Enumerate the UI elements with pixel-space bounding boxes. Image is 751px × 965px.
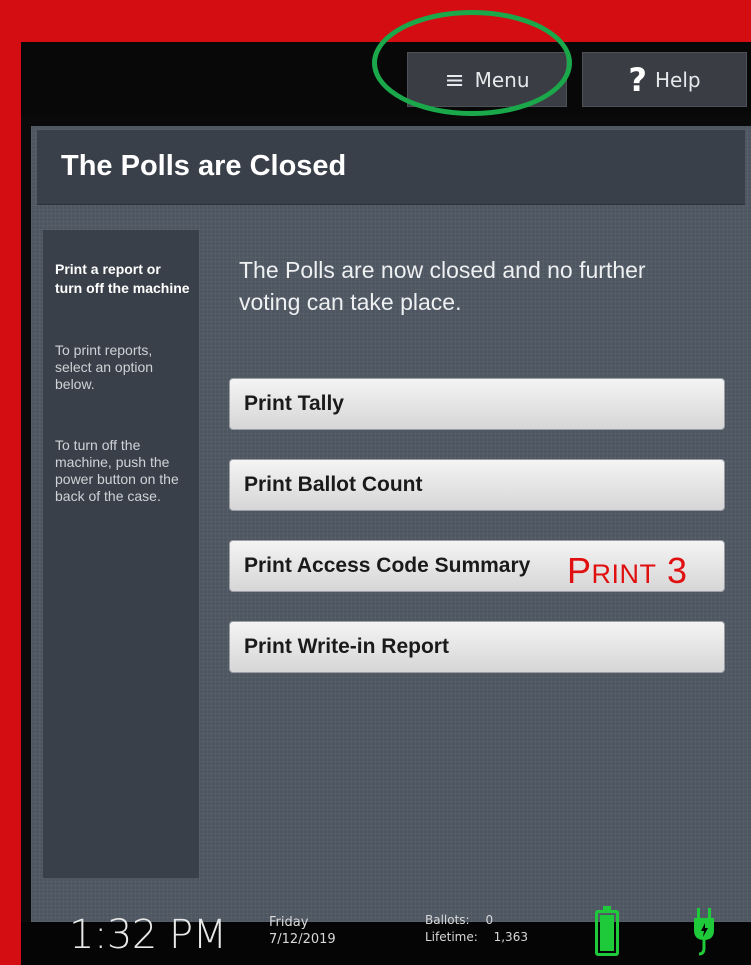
print-tally-label: Print Tally	[244, 392, 344, 415]
print-ballot-count-label: Print Ballot Count	[244, 473, 423, 496]
day-label: Friday	[269, 915, 309, 930]
help-label: Help	[654, 67, 701, 92]
date-display: Friday 7/12/2019	[269, 914, 336, 948]
annotation-initial: P	[567, 550, 592, 591]
ballots-value: 0	[485, 913, 494, 927]
lifetime-value: 1,363	[493, 930, 528, 944]
sidebar-power-instructions: To turn off the machine, push the power …	[55, 437, 179, 504]
print-write-in-report-label: Print Write-in Report	[244, 635, 449, 658]
print-tally-button[interactable]: Print Tally	[229, 378, 725, 430]
print-ballot-count-button[interactable]: Print Ballot Count	[229, 459, 725, 511]
date-label: 7/12/2019	[269, 932, 336, 947]
battery-icon	[595, 906, 619, 956]
print-write-in-report-button[interactable]: Print Write-in Report	[229, 621, 725, 673]
menu-label: Menu	[474, 67, 530, 92]
annotation-rest: RINT	[591, 559, 657, 589]
sidebar-heading: Print a report or turn off the machine	[55, 261, 190, 296]
ballots-row: Ballots: 0	[425, 912, 528, 929]
lifetime-row: Lifetime: 1,363	[425, 929, 528, 946]
battery-level	[600, 915, 614, 951]
instructions-sidebar: Print a report or turn off the machine T…	[43, 230, 199, 878]
lifetime-label: Lifetime:	[425, 930, 478, 944]
top-bar: ≡ Menu ? Help	[21, 42, 751, 116]
annotation-number: 3	[667, 550, 688, 591]
ballot-counters: Ballots: 0 Lifetime: 1,363	[425, 912, 528, 946]
print-access-code-summary-label: Print Access Code Summary	[244, 554, 531, 577]
clock: 1:32 PM	[69, 912, 227, 958]
help-button[interactable]: ? Help	[582, 52, 747, 107]
sidebar-print-instructions: To print reports, select an option below…	[55, 342, 154, 392]
ballots-label: Ballots:	[425, 913, 470, 927]
status-message: The Polls are now closed and no further …	[239, 257, 646, 315]
power-plug-icon	[694, 908, 714, 956]
title-bar: The Polls are Closed	[37, 130, 745, 205]
voting-machine-screen: ≡ Menu ? Help The Polls are Closed Print…	[21, 42, 751, 965]
print-3-annotation: PRINT 3	[567, 550, 688, 592]
page-title: The Polls are Closed	[61, 150, 347, 182]
status-bar: 1:32 PM Friday 7/12/2019 Ballots: 0 Life…	[21, 906, 751, 965]
main-panel: The Polls are Closed Print a report or t…	[31, 126, 751, 922]
question-icon: ?	[628, 60, 647, 99]
hamburger-icon: ≡	[444, 65, 465, 94]
menu-button[interactable]: ≡ Menu	[407, 52, 567, 107]
